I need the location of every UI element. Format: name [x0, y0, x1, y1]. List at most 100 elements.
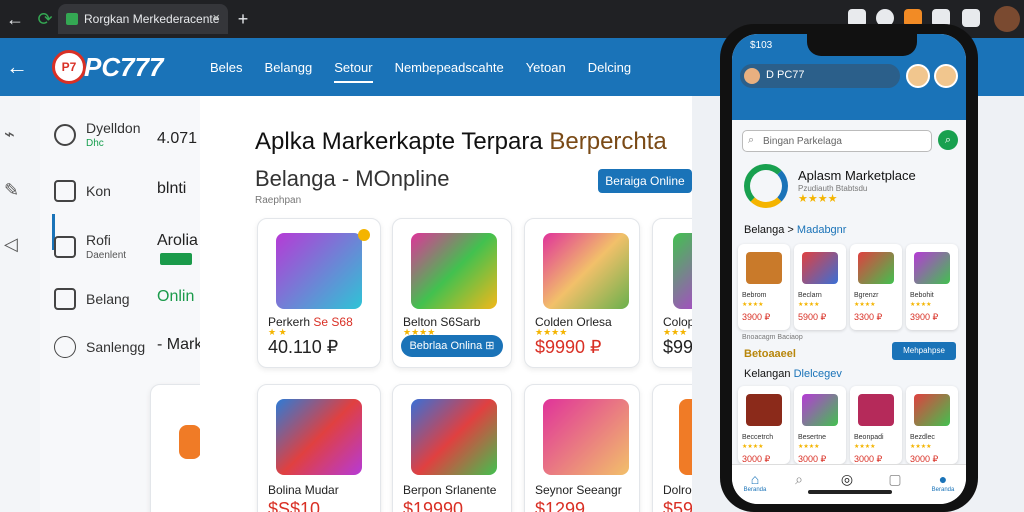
sidebar-value: Onlin	[157, 288, 195, 305]
product-card[interactable]: Seynor Seeangr $1299	[524, 384, 640, 512]
product-title: Dolros	[663, 483, 692, 497]
search-icon: ⌕	[748, 134, 755, 146]
product-card[interactable]: Dolros $59	[652, 384, 692, 512]
app-rating-stars: ★★★★	[798, 193, 838, 205]
product-image	[802, 252, 838, 284]
product-title: Bolina Mudar	[268, 483, 339, 497]
reload-icon[interactable]: ⟳	[34, 8, 56, 30]
rating-stars: ★★★★	[742, 302, 764, 308]
product-card[interactable]: Belton S6Sarb ★★★★ Bebrlaa Onlina ⊞	[392, 218, 512, 368]
buy-online-button[interactable]: Bebrlaa Onlina ⊞	[401, 335, 503, 357]
scan-icon[interactable]: ◎	[832, 471, 862, 488]
product-card[interactable]: Colden Orlesa ★★★★ $9990 ₽	[524, 218, 640, 368]
megaphone-icon[interactable]: ◁	[4, 234, 18, 255]
sidebar-item-sanlengg[interactable]: Sanlengg	[54, 336, 145, 358]
phone-search-input[interactable]: ⌕ Bingan Parkelaga	[742, 130, 932, 152]
sidebar-item-sub: Daenlent	[86, 250, 127, 261]
browser-back-icon[interactable]: ←	[4, 8, 26, 30]
product-price: 3300 ₽	[854, 312, 883, 322]
link-icon[interactable]: ⌁	[4, 124, 15, 145]
tab-title: Rorgkan Merkederacente	[84, 12, 220, 26]
rating-stars: ★★★★	[910, 444, 932, 450]
rating-stars: ★★★★	[742, 444, 764, 450]
product-image	[276, 233, 362, 309]
window-icon[interactable]	[962, 9, 980, 27]
product-title: Seynor Seeangr	[535, 483, 622, 497]
app-logo-icon	[744, 164, 788, 208]
site-logo[interactable]: P7 PC777	[52, 50, 164, 84]
product-title: Beonpadi	[854, 434, 884, 441]
rating-stars: ★★★★	[854, 302, 876, 308]
search-icon[interactable]: ⌕	[784, 471, 814, 488]
section-heading: Kelangan Dlelcegev	[744, 368, 842, 380]
breadcrumb[interactable]: Raephpan	[255, 195, 301, 206]
sidebar-item-kon[interactable]: Kon	[54, 180, 111, 202]
profile-icon[interactable]: ●	[928, 471, 958, 487]
product-image	[543, 399, 629, 475]
sidebar-item-belang[interactable]: Belang	[54, 288, 130, 310]
avatar[interactable]	[906, 64, 930, 88]
nav-link[interactable]: Belangg	[265, 60, 313, 83]
profile-avatar[interactable]	[994, 6, 1020, 32]
phone-screen: $103 D PC77 ⌕ Bingan Parkelaga ⌕ Aplasm …	[732, 34, 966, 504]
sidebar-item-label: Belang	[86, 291, 130, 307]
shop-icon	[54, 336, 76, 358]
product-price: 3900 ₽	[910, 312, 939, 322]
home-icon[interactable]: ⌂	[740, 471, 770, 487]
phone-action-button[interactable]: Mehpahpse	[892, 342, 956, 360]
product-price: $9990 ₽	[535, 337, 602, 357]
phone-product-card[interactable]: Beonpadi ★★★★ 3000 ₽	[850, 386, 902, 464]
icon-rail: ⌁ ✎ ◁	[0, 96, 40, 512]
status-time: $103	[750, 40, 773, 51]
product-card[interactable]: Colop ★★★ $999	[652, 218, 692, 368]
sidebar-item-label: Rofi	[86, 232, 111, 248]
browser-tab[interactable]: Rorgkan Merkederacente ×	[58, 4, 228, 34]
product-title: Bezdlec	[910, 434, 935, 441]
product-price: $999	[663, 337, 692, 357]
logo-badge: P7	[52, 50, 86, 84]
nav-link[interactable]: Delcing	[588, 60, 631, 83]
tab-label: Beranda	[931, 487, 955, 493]
product-image	[673, 233, 692, 309]
product-image	[276, 399, 362, 475]
product-title: Bebrom	[742, 292, 767, 299]
list-icon	[54, 288, 76, 310]
search-go-button[interactable]: ⌕	[938, 130, 958, 150]
page-title: Aplka Markerkapte Terpara Berperchta	[255, 128, 667, 156]
status-pill	[160, 253, 192, 265]
product-card[interactable]: Perkerh Se S68 ★ ★ 40.110 ₽	[257, 218, 381, 368]
product-image	[802, 394, 838, 426]
cart-icon[interactable]: ▢	[880, 471, 910, 488]
user-chip[interactable]: D PC77	[740, 64, 900, 88]
nav-link[interactable]: Beles	[210, 60, 243, 83]
back-arrow-icon[interactable]: ←	[6, 54, 28, 80]
app-title: Aplasm Marketplace	[798, 168, 916, 183]
online-button[interactable]: Beraiga Online	[598, 169, 692, 193]
document-icon	[54, 180, 76, 202]
nav-link[interactable]: Nembepeadscahte	[395, 60, 504, 83]
phone-product-card[interactable]: Bezdlec ★★★★ 3000 ₽	[906, 386, 958, 464]
phone-product-card[interactable]: Besertne ★★★★ 3000 ₽	[794, 386, 846, 464]
phone-notch	[807, 34, 917, 56]
phone-product-card[interactable]: Beccetrch ★★★★ 3000 ₽	[738, 386, 790, 464]
avatar[interactable]	[934, 64, 958, 88]
section-heading: Belanga > Madabgnr	[744, 224, 847, 236]
phone-product-card[interactable]: Beclarn ★★★★ 5900 ₽	[794, 244, 846, 330]
tab-close-icon[interactable]: ×	[212, 10, 220, 25]
phone-product-card[interactable]: Bebrom ★★★★ 3900 ₽	[738, 244, 790, 330]
home-indicator	[808, 490, 892, 494]
edit-icon[interactable]: ✎	[4, 180, 19, 201]
sidebar-value: 4.071	[157, 130, 198, 147]
nav-link[interactable]: Yetoan	[526, 60, 566, 83]
new-tab-icon[interactable]: +	[232, 8, 254, 30]
rating-stars: ★★★★	[854, 444, 876, 450]
nav-link-active[interactable]: Setour	[334, 60, 373, 83]
sidebar-item-rofi[interactable]: Rofi Daenlent	[54, 232, 126, 261]
product-card[interactable]: Bolina Mudar $S$10	[257, 384, 381, 512]
sidebar-item-dyelldon[interactable]: Dyelldon Dhc	[54, 120, 140, 149]
phone-product-card[interactable]: Bebohit ★★★★ 3900 ₽	[906, 244, 958, 330]
phone-product-card[interactable]: Bgrenzr ★★★★ 3300 ₽	[850, 244, 902, 330]
product-card[interactable]: Berpon Srlanente $19990	[392, 384, 512, 512]
product-price: $S$10	[268, 499, 321, 512]
product-price: $1299	[535, 499, 586, 512]
